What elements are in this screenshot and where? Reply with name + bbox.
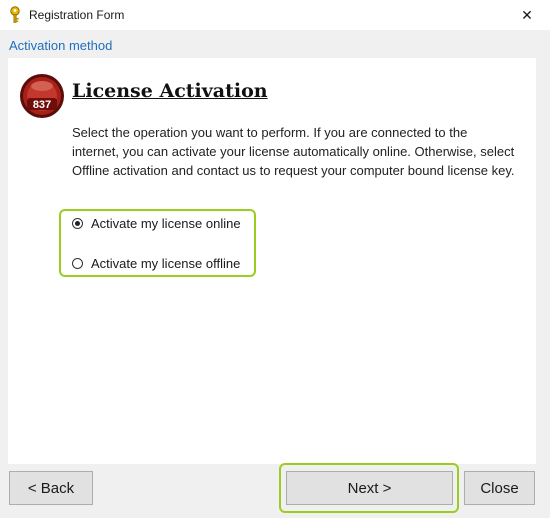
option-online[interactable]: Activate my license online [72, 216, 241, 231]
title-bar: Registration Form ✕ [0, 0, 550, 30]
option-offline[interactable]: Activate my license offline [72, 256, 240, 271]
back-button[interactable]: < Back [9, 471, 93, 505]
close-icon: ✕ [521, 6, 533, 23]
license-badge-icon: 837 [20, 74, 64, 118]
radio-offline[interactable] [72, 258, 83, 269]
page-title: License Activation [72, 80, 268, 102]
key-icon [10, 6, 20, 23]
badge-label: 837 [33, 99, 51, 111]
radio-online[interactable] [72, 218, 83, 229]
breadcrumb: Activation method [9, 38, 113, 53]
option-online-label: Activate my license online [91, 216, 241, 231]
close-window-button[interactable]: ✕ [504, 0, 550, 30]
window-title: Registration Form [29, 8, 125, 22]
option-offline-label: Activate my license offline [91, 256, 241, 271]
instructions-text: Select the operation you want to perform… [72, 125, 515, 178]
next-button[interactable]: Next > [286, 471, 453, 505]
close-button[interactable]: Close [464, 471, 535, 505]
